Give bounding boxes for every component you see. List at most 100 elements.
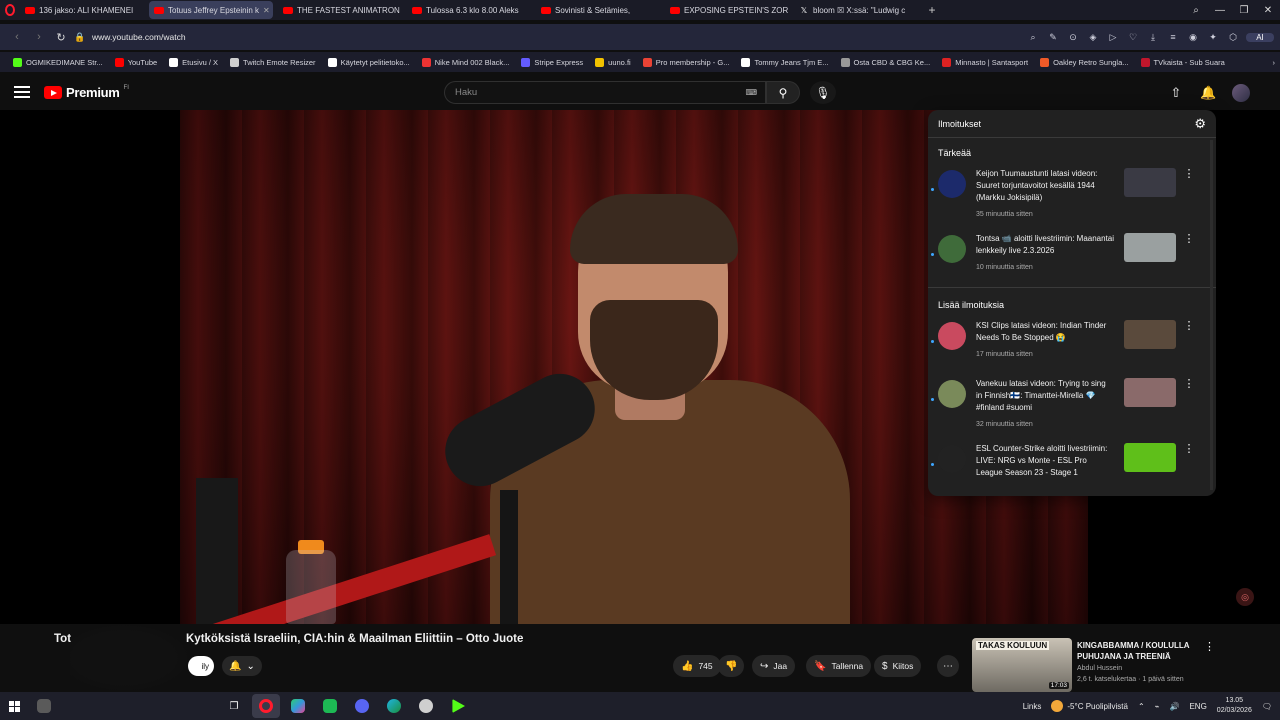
close-tab-icon[interactable]: ✕ [263, 6, 270, 15]
heart-icon[interactable]: ♡ [1126, 32, 1140, 43]
dislike-button[interactable]: 👎 [718, 655, 745, 677]
recommended-thumbnail[interactable]: TAKAS KOULUUN 17:03 [972, 638, 1072, 692]
taskbar-app[interactable] [412, 694, 440, 718]
more-vert-icon[interactable]: ⋮ [1182, 378, 1196, 431]
more-vert-icon[interactable]: ⋮ [1182, 443, 1196, 489]
notification-thumbnail[interactable] [1124, 320, 1176, 349]
extension-overlay-icon[interactable]: ◎ [1236, 588, 1254, 606]
bookmark-item[interactable]: Etusivu / X [164, 57, 223, 67]
close-window-icon[interactable]: ✕ [1256, 5, 1280, 16]
voice-search-button[interactable]: 🎙 [810, 81, 836, 104]
chevron-up-icon[interactable]: ⌃ [1138, 702, 1145, 711]
edge-icon[interactable] [380, 694, 408, 718]
like-button[interactable]: 👍 745 [673, 655, 721, 677]
bookmark-item[interactable]: Stripe Express [516, 57, 588, 67]
browser-tab[interactable]: 𝕏bloom ☒ X:ssä: "Ludwig c [794, 1, 918, 19]
notifications-bell-icon[interactable]: 🔔 [1200, 85, 1216, 101]
start-button[interactable] [0, 692, 28, 720]
share-button[interactable]: ↪ Jaa [752, 655, 796, 677]
recommended-title[interactable]: KINGABBAMMA / KOULULLA PUHUJANA JA TREEN… [1077, 640, 1197, 662]
bookmark-item[interactable]: Minnasto | Santasport [937, 57, 1033, 67]
language-indicator[interactable]: ENG [1189, 702, 1206, 711]
account-icon[interactable]: ◉ [1186, 32, 1200, 43]
notification-thumbnail[interactable] [1124, 378, 1176, 407]
recommended-video[interactable]: TAKAS KOULUUN 17:03 KINGABBAMMA / KOULUL… [972, 638, 1272, 694]
taskbar-app[interactable] [444, 694, 472, 718]
search-button[interactable]: ⚲ [766, 81, 800, 104]
taskbar-app[interactable] [316, 694, 344, 718]
more-vert-icon[interactable]: ⋮ [1182, 320, 1196, 366]
taskbar-app[interactable] [30, 694, 58, 718]
discord-icon[interactable] [348, 694, 376, 718]
clock[interactable]: 13.05 02/03/2026 [1217, 696, 1252, 716]
browser-tab[interactable]: EXPOSING EPSTEIN'S ZOR [665, 1, 789, 19]
youtube-premium-logo[interactable]: Premium FI [44, 85, 129, 100]
ai-button[interactable]: AI [1246, 32, 1274, 42]
browser-tab[interactable]: Sovinisti & Setämies, [536, 1, 660, 19]
bookmark-item[interactable]: Käytetyt pelitietoko... [323, 57, 415, 67]
avatar[interactable] [1232, 84, 1250, 102]
settings-gear-icon[interactable]: ⚙ [1194, 116, 1206, 132]
url-field[interactable]: www.youtube.com/watch [92, 32, 186, 42]
save-button[interactable]: 🔖 Tallenna [806, 655, 872, 677]
back-icon[interactable]: ‹ [6, 31, 28, 43]
notification-item[interactable]: KSI Clips latasi videon: Indian Tinder N… [928, 314, 1216, 372]
more-vert-icon[interactable]: ⋮ [1204, 640, 1215, 653]
more-vert-icon[interactable]: ⋮ [1182, 168, 1196, 221]
weather-widget[interactable]: -5°C Puolipilvistä [1051, 700, 1128, 712]
browser-tab[interactable]: THE FASTEST ANIMATRON [278, 1, 402, 19]
notification-thumbnail[interactable] [1124, 443, 1176, 472]
notification-center-icon[interactable]: 🗨 [1262, 702, 1272, 711]
opera-logo-icon[interactable] [0, 0, 20, 20]
recommended-channel[interactable]: Abdul Hussein [1077, 665, 1122, 672]
scrollbar[interactable] [1210, 140, 1213, 490]
task-view-icon[interactable]: ❐ [220, 694, 248, 718]
bookmark-item[interactable]: YouTube [110, 57, 162, 67]
extension-icon[interactable]: ✦ [1206, 32, 1220, 43]
bookmark-item[interactable]: Nike Mind 002 Black... [417, 57, 515, 67]
browser-tab[interactable]: 136 jakso: ALI KHAMENEI [20, 1, 144, 19]
notification-item[interactable]: Keijon Tuumaustunti latasi videon: Suure… [928, 162, 1216, 227]
volume-icon[interactable]: 🔊 [1169, 702, 1179, 711]
edit-icon[interactable]: ✎ [1046, 32, 1060, 43]
bookmark-item[interactable]: TVkaista - Sub Suara [1136, 57, 1230, 67]
player-icon[interactable]: ▷ [1106, 32, 1120, 43]
notification-item[interactable]: Tontsa 📹 aloitti livestriimin: Maanantai… [928, 227, 1216, 285]
download-icon[interactable]: ⤓ [1146, 32, 1160, 43]
bookmark-item[interactable]: Pro membership - G... [638, 57, 735, 67]
bookmark-item[interactable]: uuno.fi [590, 57, 636, 67]
taskbar-app[interactable] [284, 694, 312, 718]
shield-icon[interactable]: ◈ [1086, 32, 1100, 43]
links-toolbar[interactable]: Links [1023, 702, 1042, 711]
opera-taskbar-icon[interactable] [252, 694, 280, 718]
camera-icon[interactable]: ⊙ [1066, 32, 1080, 43]
network-icon[interactable]: ⌁ [1155, 702, 1160, 711]
more-vert-icon[interactable]: ⋮ [1182, 233, 1196, 279]
minimize-icon[interactable]: — [1208, 5, 1232, 16]
subscribe-button[interactable]: ily [188, 656, 214, 676]
forward-icon[interactable]: › [28, 31, 50, 43]
bookmark-item[interactable]: Tommy Jeans Tjm E... [736, 57, 833, 67]
bookmarks-overflow-icon[interactable]: › [1268, 58, 1280, 67]
thanks-button[interactable]: $ Kiitos [874, 655, 922, 677]
reload-icon[interactable]: ↻ [50, 31, 72, 44]
bookmark-item[interactable]: OGMIKEDIMANE Str... [8, 57, 108, 67]
new-tab-icon[interactable]: + [923, 3, 941, 17]
share-upload-icon[interactable]: ⇧ [1168, 85, 1184, 101]
notification-bell-button[interactable]: 🔔 ⌄ [222, 656, 262, 676]
cube-icon[interactable]: ⬡ [1226, 32, 1240, 43]
notification-item[interactable]: Vanekuu latasi videon: Trying to sing in… [928, 372, 1216, 437]
notification-item[interactable]: ESL Counter-Strike aloitti livestriimin:… [928, 437, 1216, 495]
more-actions-icon[interactable]: ⋯ [937, 655, 959, 677]
browser-tab-active[interactable]: Totuus Jeffrey Epsteinin k ✕ [149, 1, 273, 19]
search-input[interactable]: Haku ⌨ [444, 81, 766, 104]
keyboard-icon[interactable]: ⌨ [745, 88, 757, 97]
lock-icon[interactable]: 🔒 [72, 32, 88, 43]
browser-tab[interactable]: Tulossa 6.3 klo 8.00 Aleks [407, 1, 531, 19]
hamburger-menu-icon[interactable] [14, 86, 30, 98]
maximize-icon[interactable]: ❐ [1232, 5, 1256, 16]
zoom-icon[interactable]: ⌕ [1026, 32, 1040, 43]
bookmark-item[interactable]: Osta CBD & CBG Ke... [836, 57, 936, 67]
search-tabs-icon[interactable]: ⌕ [1184, 5, 1208, 16]
notification-thumbnail[interactable] [1124, 168, 1176, 197]
